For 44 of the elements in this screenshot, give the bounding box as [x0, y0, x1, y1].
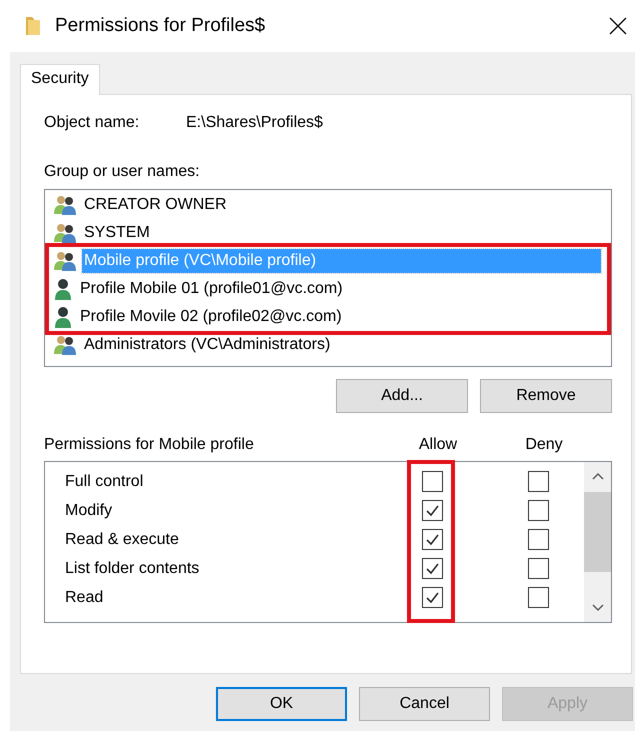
user-group-icon	[54, 195, 76, 215]
user-group-icon	[54, 251, 76, 271]
permission-name: Full control	[64, 472, 144, 490]
checkbox[interactable]	[528, 558, 548, 579]
tab[interactable]: Security	[20, 64, 100, 95]
scroll-down-icon[interactable]	[592, 604, 604, 612]
checkbox[interactable]	[528, 500, 548, 521]
column-header: Allow	[418, 436, 458, 454]
checkbox[interactable]	[422, 500, 442, 521]
window-title: Permissions for Profiles$	[55, 15, 266, 37]
user-list-item[interactable]: Administrators (VC\Administrators)	[45, 331, 611, 359]
user-list-item[interactable]: Profile Mobile 01 (profile01@vc.com)	[49, 275, 607, 303]
user-list-item[interactable]: CREATOR OWNER	[45, 191, 611, 219]
checkbox[interactable]	[422, 529, 442, 550]
add-button[interactable]: Add...	[336, 379, 468, 413]
user-group-icon	[54, 223, 76, 243]
user-list-item[interactable]: SYSTEM	[45, 219, 611, 247]
object-name-label: Object name:	[44, 114, 140, 132]
checkbox[interactable]	[528, 587, 548, 608]
scrollbar[interactable]	[584, 462, 611, 622]
permission-name: Read	[64, 588, 104, 606]
group-names-label: Group or user names:	[44, 163, 200, 181]
checkbox[interactable]	[422, 558, 442, 579]
checkbox[interactable]	[422, 587, 442, 608]
folder-icon	[25, 16, 41, 36]
scroll-thumb[interactable]	[584, 492, 611, 572]
checkbox[interactable]	[528, 471, 548, 492]
object-name-value: E:\Shares\Profiles$	[186, 114, 323, 132]
cancel-button[interactable]: Cancel	[359, 687, 490, 721]
permission-name: Read & execute	[64, 530, 180, 548]
checkbox[interactable]	[528, 529, 548, 550]
checkbox[interactable]	[422, 471, 442, 492]
user-icon	[54, 306, 72, 328]
user-icon	[54, 278, 72, 300]
permission-name: List folder contents	[64, 560, 200, 578]
permissions-label: Permissions for Mobile profile	[44, 436, 255, 454]
remove-button[interactable]: Remove	[480, 379, 612, 413]
permission-name: Modify	[64, 502, 114, 520]
scroll-up-icon[interactable]	[592, 472, 604, 480]
user-group-icon	[54, 335, 76, 355]
ok-button[interactable]: OK	[216, 687, 347, 721]
user-list-item[interactable]: Profile Movile 02 (profile02@vc.com)	[49, 303, 607, 331]
close-icon[interactable]	[609, 17, 627, 35]
column-header: Deny	[524, 436, 564, 454]
